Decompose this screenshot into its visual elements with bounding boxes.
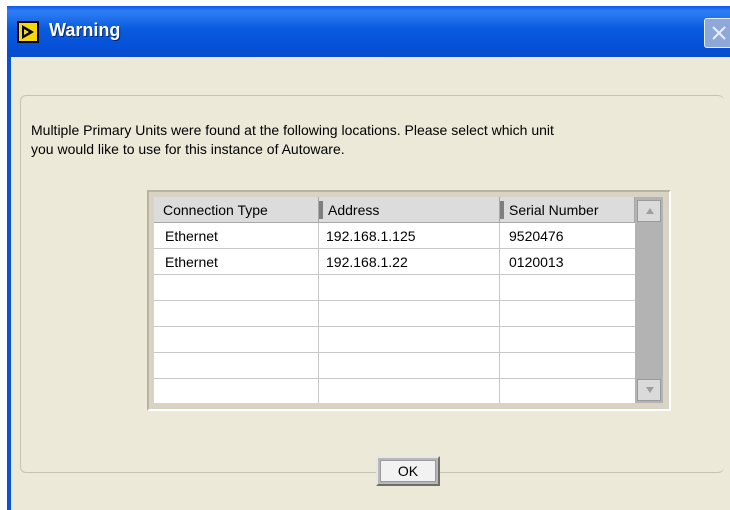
close-icon bbox=[712, 26, 726, 40]
window-title: Warning bbox=[49, 20, 121, 40]
scroll-down-button[interactable] bbox=[637, 379, 661, 401]
table-cell-address[interactable]: 192.168.1.125 bbox=[326, 223, 416, 249]
column-divider bbox=[499, 223, 500, 403]
table-cell-connection-type[interactable]: Ethernet bbox=[165, 223, 218, 249]
window-left-border bbox=[7, 57, 11, 510]
table-vertical-scrollbar[interactable] bbox=[635, 197, 663, 403]
warning-message: Multiple Primary Units were found at the… bbox=[31, 121, 554, 159]
column-header-connection-type[interactable]: Connection Type bbox=[154, 197, 319, 223]
table-cell-serial-number[interactable]: 9520476 bbox=[509, 223, 564, 249]
row-divider bbox=[154, 326, 635, 327]
message-line-1: Multiple Primary Units were found at the… bbox=[31, 122, 554, 138]
row-divider bbox=[154, 352, 635, 353]
row-divider bbox=[154, 378, 635, 379]
column-header-serial-number[interactable]: Serial Number bbox=[500, 197, 635, 223]
ok-button[interactable]: OK bbox=[376, 456, 440, 486]
title-bar[interactable]: Warning bbox=[7, 6, 730, 57]
primary-units-table[interactable]: Connection Type Address Serial Number Et… bbox=[154, 197, 635, 403]
table-cell-serial-number[interactable]: 0120013 bbox=[509, 249, 564, 275]
scroll-up-button[interactable] bbox=[637, 200, 661, 222]
table-cell-address[interactable]: 192.168.1.22 bbox=[326, 249, 408, 275]
close-button[interactable] bbox=[704, 18, 730, 48]
row-divider bbox=[154, 300, 635, 301]
column-divider bbox=[318, 223, 319, 403]
labview-vi-icon bbox=[17, 21, 39, 43]
scroll-up-arrow-icon bbox=[646, 208, 654, 214]
column-header-address[interactable]: Address bbox=[319, 197, 500, 223]
ok-button-label: OK bbox=[380, 460, 436, 482]
table-cell-connection-type[interactable]: Ethernet bbox=[165, 249, 218, 275]
scroll-down-arrow-icon bbox=[646, 387, 654, 393]
message-line-2: you would like to use for this instance … bbox=[31, 141, 345, 157]
